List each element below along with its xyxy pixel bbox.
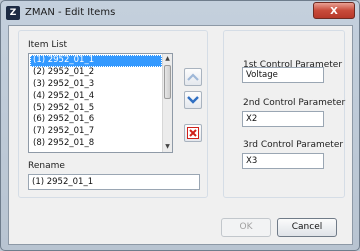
app-icon: Z bbox=[6, 6, 20, 20]
list-scrollbar[interactable]: ▲ ▼ bbox=[162, 54, 172, 152]
ok-button[interactable]: OK bbox=[221, 218, 271, 237]
third-parameter-label: 3rd Control Parameter bbox=[243, 140, 344, 150]
title-bar[interactable]: Z ZMAN - Edit Items X bbox=[1, 1, 359, 25]
cancel-button-label: Cancel bbox=[291, 222, 323, 232]
third-parameter-input[interactable] bbox=[242, 153, 324, 169]
second-parameter-input[interactable] bbox=[242, 111, 324, 127]
list-item[interactable]: (4) 2952_01_4 bbox=[30, 91, 162, 103]
window-title: ZMAN - Edit Items bbox=[25, 7, 116, 18]
delete-button[interactable] bbox=[184, 124, 202, 142]
cancel-button[interactable]: Cancel bbox=[277, 218, 337, 237]
move-up-button[interactable] bbox=[184, 68, 202, 86]
item-listbox[interactable]: (1) 2952_01_1 (2) 2952_01_2 (3) 2952_01_3(… bbox=[28, 53, 173, 153]
list-item[interactable]: (5) 2952_01_5 bbox=[30, 103, 162, 115]
ok-button-label: OK bbox=[239, 222, 253, 232]
scroll-thumb[interactable] bbox=[164, 65, 171, 99]
close-button[interactable]: X bbox=[313, 2, 355, 19]
first-parameter-input[interactable] bbox=[242, 67, 324, 83]
scroll-down-icon[interactable]: ▼ bbox=[163, 142, 172, 152]
arrow-up-icon bbox=[187, 73, 199, 81]
close-icon: X bbox=[330, 6, 338, 17]
item-list-rows: (1) 2952_01_1 (2) 2952_01_2 (3) 2952_01_3(… bbox=[30, 55, 162, 150]
edit-items-window: Z ZMAN - Edit Items X Item List (1) 2952… bbox=[0, 0, 360, 251]
scroll-up-icon[interactable]: ▲ bbox=[163, 54, 172, 64]
list-item[interactable]: (2) 2952_01_2 bbox=[30, 67, 162, 79]
item-list-label: Item List bbox=[28, 40, 68, 50]
list-item[interactable]: (7) 2952_01_7 bbox=[30, 126, 162, 138]
rename-label: Rename bbox=[28, 161, 65, 171]
list-item[interactable]: (8) 2952_01_8 bbox=[30, 138, 162, 150]
move-down-button[interactable] bbox=[184, 91, 202, 109]
arrow-down-icon bbox=[187, 96, 199, 104]
delete-icon bbox=[187, 127, 199, 139]
list-item[interactable]: (1) 2952_01_1 bbox=[30, 55, 162, 67]
rename-input[interactable] bbox=[28, 174, 200, 190]
dialog-body: Item List (1) 2952_01_1 (2) 2952_01_2 (3) … bbox=[8, 25, 353, 245]
list-item[interactable]: (3) 2952_01_3 bbox=[30, 79, 162, 91]
list-item[interactable]: (6) 2952_01_6 bbox=[30, 114, 162, 126]
second-parameter-label: 2nd Control Parameter bbox=[243, 98, 346, 108]
